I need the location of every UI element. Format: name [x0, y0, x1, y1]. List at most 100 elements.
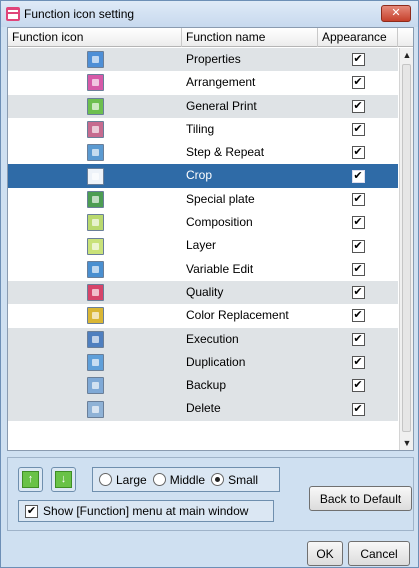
function-icon-cell [8, 188, 182, 211]
function-name-cell: Backup [186, 378, 227, 393]
function-name-cell: Execution [186, 331, 239, 346]
table-row[interactable]: Composition ✔ [8, 211, 398, 234]
function-name-cell: Arrangement [186, 75, 256, 90]
cancel-button[interactable]: Cancel [348, 541, 410, 566]
appearance-checkbox[interactable]: ✔ [351, 356, 365, 369]
arrow-down-icon: ↓ [55, 471, 72, 488]
appearance-checkbox[interactable]: ✔ [351, 216, 365, 230]
table-row[interactable]: Variable Edit ✔ [8, 258, 398, 281]
scrollbar-thumb[interactable] [402, 64, 411, 432]
show-menu-label: Show [Function] menu at main window [43, 504, 249, 518]
function-name-cell: Properties [186, 52, 241, 66]
appearance-checkbox[interactable]: ✔ [351, 123, 365, 137]
function-icon-cell [8, 258, 182, 281]
function-name-cell: Delete [186, 401, 221, 416]
vertical-scrollbar[interactable]: ▲ ▼ [399, 48, 413, 450]
appearance-checkbox[interactable]: ✔ [351, 239, 365, 253]
table-row[interactable]: General Print ✔ [8, 94, 398, 118]
table-row[interactable]: Delete ✔ [8, 397, 398, 421]
scroll-up-arrow-icon[interactable]: ▲ [400, 48, 413, 62]
function-icon-cell [8, 304, 182, 327]
options-panel: ↑ ↓ Large Middle Small ✔ Show [Function]… [7, 457, 414, 531]
appearance-checkbox[interactable]: ✔ [351, 99, 365, 113]
special-plate-icon [86, 190, 104, 208]
function-icon-cell [8, 397, 182, 420]
appearance-cell: ✔ [318, 71, 398, 94]
function-name-cell: General Print [186, 98, 257, 113]
table-row[interactable]: Step & Repeat ✔ [8, 141, 398, 164]
close-button[interactable]: ✕ [381, 5, 411, 22]
table-body: Properties ✔ Arrangement ✔ General Print ✔ Til… [8, 48, 398, 421]
app-icon [6, 7, 20, 21]
delete-icon [86, 400, 104, 418]
table-row[interactable]: Quality ✔ [8, 280, 398, 305]
appearance-cell: ✔ [318, 374, 398, 397]
function-icon-cell [8, 234, 182, 257]
composition-icon [86, 214, 104, 232]
appearance-cell: ✔ [318, 397, 398, 420]
appearance-checkbox[interactable]: ✔ [351, 262, 365, 276]
appearance-cell: ✔ [318, 188, 398, 211]
table-row[interactable]: Execution ✔ [8, 327, 398, 351]
table-row[interactable]: Properties ✔ [8, 48, 398, 72]
function-name-cell: Variable Edit [186, 261, 254, 276]
ok-button[interactable]: OK [307, 541, 343, 566]
back-to-default-button[interactable]: Back to Default [309, 486, 412, 511]
duplication-icon [86, 354, 104, 371]
appearance-cell: ✔ [318, 304, 398, 327]
radio-large[interactable] [99, 473, 112, 486]
column-header-function-icon[interactable]: Function icon [8, 28, 182, 47]
appearance-checkbox[interactable]: ✔ [351, 146, 365, 160]
show-function-menu-option[interactable]: ✔ Show [Function] menu at main window [18, 500, 274, 522]
table-row[interactable]: Color Replacement ✔ [8, 304, 398, 327]
function-icon-cell [8, 374, 182, 397]
appearance-checkbox[interactable]: ✔ [351, 169, 365, 183]
variable-edit-icon [86, 260, 104, 278]
function-name-cell: Crop [186, 168, 213, 183]
table-row[interactable]: Layer ✔ [8, 234, 398, 257]
table-row[interactable]: Backup ✔ [8, 374, 398, 398]
step-repeat-icon [86, 144, 104, 162]
table-row[interactable]: Arrangement ✔ [8, 71, 398, 94]
function-icon-cell [8, 351, 182, 374]
backup-icon [86, 377, 104, 395]
column-header-function-name[interactable]: Function name [182, 28, 318, 47]
color-replacement-icon [86, 307, 104, 325]
scroll-down-arrow-icon[interactable]: ▼ [400, 436, 413, 450]
function-icon-cell [8, 211, 182, 234]
radio-small[interactable] [211, 473, 225, 486]
icon-size-radio-group: Large Middle Small [92, 467, 280, 492]
function-icon-cell [8, 95, 182, 118]
function-icon-cell [8, 141, 182, 164]
table-row[interactable]: Special plate ✔ [8, 188, 398, 211]
appearance-checkbox[interactable]: ✔ [351, 76, 365, 90]
appearance-checkbox[interactable]: ✔ [351, 309, 365, 323]
radio-label-small: Small [228, 472, 259, 487]
radio-label-large: Large [116, 472, 147, 487]
appearance-checkbox[interactable]: ✔ [351, 379, 365, 393]
table-row[interactable]: Tiling ✔ [8, 118, 398, 141]
title-bar: Function icon setting ✕ [1, 1, 418, 27]
appearance-checkbox[interactable]: ✔ [351, 192, 365, 206]
properties-icon [86, 51, 104, 69]
function-name-cell: Quality [186, 284, 224, 299]
appearance-checkbox[interactable]: ✔ [351, 332, 365, 346]
radio-middle[interactable] [152, 473, 166, 486]
table-row[interactable]: Crop ✔ [8, 164, 398, 188]
table-row[interactable]: Duplication ✔ [8, 350, 398, 375]
appearance-cell: ✔ [318, 48, 398, 71]
arrow-up-icon: ↑ [22, 471, 39, 488]
move-down-button[interactable]: ↓ [51, 467, 76, 492]
appearance-checkbox[interactable]: ✔ [351, 53, 365, 67]
radio-label-middle: Middle [169, 472, 206, 487]
table-header: Function icon Function name Appearance [8, 28, 413, 47]
appearance-checkbox[interactable]: ✔ [351, 286, 365, 300]
appearance-cell: ✔ [318, 164, 398, 187]
appearance-checkbox[interactable]: ✔ [351, 402, 365, 416]
move-up-button[interactable]: ↑ [18, 467, 43, 492]
function-icon-cell [8, 118, 182, 141]
show-menu-checkbox[interactable]: ✔ [25, 504, 38, 518]
column-header-appearance[interactable]: Appearance [318, 28, 398, 47]
function-table: Function icon Function name Appearance P… [7, 27, 414, 451]
function-icon-cell [8, 48, 182, 71]
